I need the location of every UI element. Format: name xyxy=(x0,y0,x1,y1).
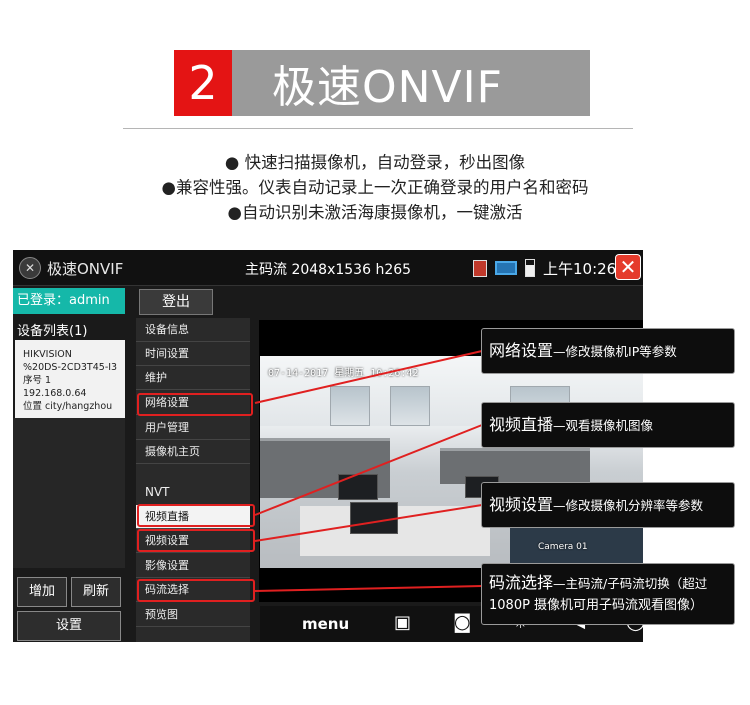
live-video[interactable]: 07-14-2017 星期五 10:26:42 Camera 01 xyxy=(260,356,643,568)
highlight-stream-select xyxy=(137,579,255,602)
device-model: %20DS-2CD3T45-I3 xyxy=(23,362,118,373)
video-cubicle xyxy=(440,448,590,484)
clock: 上午10:26 xyxy=(543,260,617,278)
device-list-empty-area xyxy=(13,418,125,568)
menu-item-device-info[interactable]: 设备信息 xyxy=(136,318,250,342)
device-list-item[interactable]: HIKVISION %20DS-2CD3T45-I3 序号 1 192.168.… xyxy=(15,340,125,418)
settings-button[interactable]: 设置 xyxy=(17,611,121,641)
callout-network-desc: —修改摄像机IP等参数 xyxy=(553,344,677,359)
section-banner: 2 极速ONVIF xyxy=(174,50,590,116)
callout-stream-title: 码流选择 xyxy=(489,573,554,592)
divider xyxy=(123,128,633,129)
callout-stream-desc: —主码流/子码流切换（超过 xyxy=(553,576,708,591)
device-list-title: 设备列表(1) xyxy=(17,324,88,339)
video-camera-label: Camera 01 xyxy=(538,542,588,552)
callout-stream-select: 码流选择—主码流/子码流切换（超过 1080P 摄像机可用子码流观看图像） xyxy=(481,563,735,625)
battery-icon xyxy=(525,259,535,277)
device-brand: HIKVISION xyxy=(23,349,72,360)
video-monitor xyxy=(338,474,378,500)
refresh-button[interactable]: 刷新 xyxy=(71,577,121,607)
image-icon[interactable]: ▣ xyxy=(394,612,411,633)
menu-item-maintenance[interactable]: 维护 xyxy=(136,366,250,390)
video-window xyxy=(390,386,430,426)
callout-network-settings: 网络设置—修改摄像机IP等参数 xyxy=(481,328,735,374)
highlight-video-settings xyxy=(137,529,255,552)
menu-item-preview[interactable]: 预览图 xyxy=(136,603,250,627)
callout-video-desc: —修改摄像机分辨率等参数 xyxy=(553,498,704,513)
feature-bullets: ● 快速扫描摄像机，自动登录，秒出图像 ●兼容性强。仪表自动记录上一次正确登录的… xyxy=(0,150,750,225)
video-monitor xyxy=(350,502,398,534)
menu-item-time-settings[interactable]: 时间设置 xyxy=(136,342,250,366)
menu-item-image-settings[interactable]: 影像设置 xyxy=(136,554,250,578)
callout-video-settings: 视频设置—修改摄像机分辨率等参数 xyxy=(481,482,735,528)
login-status: 已登录：admin xyxy=(13,288,125,314)
callout-video-title: 视频设置 xyxy=(489,495,554,514)
callout-live-video: 视频直播—观看摄像机图像 xyxy=(481,402,735,448)
highlight-live-video xyxy=(137,504,255,527)
device-ip: 192.168.0.64 xyxy=(23,388,87,399)
section-title: 极速ONVIF xyxy=(232,50,590,116)
logout-button[interactable]: 登出 xyxy=(139,289,213,315)
bullet-1: ● 快速扫描摄像机，自动登录，秒出图像 xyxy=(224,153,526,172)
close-icon[interactable]: ✕ xyxy=(615,254,641,280)
video-datetime: 07-14-2017 星期五 10:26:42 xyxy=(268,368,419,379)
bullet-3: ●自动识别未激活海康摄像机，一键激活 xyxy=(227,203,523,222)
menu-item-user-management[interactable]: 用户管理 xyxy=(136,416,250,440)
section-number: 2 xyxy=(174,50,232,116)
sd-card-icon xyxy=(473,259,487,277)
menu-section-nvt: NVT xyxy=(145,485,170,499)
camera-icon[interactable]: ◙ xyxy=(453,611,471,633)
callout-live-title: 视频直播 xyxy=(489,415,554,434)
device-location: 位置 city/hangzhou xyxy=(23,401,113,412)
highlight-network-settings xyxy=(137,393,253,416)
bullet-2: ●兼容性强。仪表自动记录上一次正确登录的用户名和密码 xyxy=(161,178,589,197)
app-title: 极速ONVIF xyxy=(47,260,124,278)
callout-stream-desc2: 1080P 摄像机可用子码流观看图像） xyxy=(489,598,704,613)
network-icon xyxy=(495,261,517,275)
tools-icon[interactable]: ✕ xyxy=(19,257,41,279)
menu-item-camera-home[interactable]: 摄像机主页 xyxy=(136,440,250,464)
video-window xyxy=(330,386,370,426)
menu-button[interactable]: menu xyxy=(302,615,349,633)
device-seq: 序号 1 xyxy=(23,375,52,386)
stream-info: 主码流 2048x1536 h265 xyxy=(245,262,412,278)
add-button[interactable]: 增加 xyxy=(17,577,67,607)
callout-network-title: 网络设置 xyxy=(489,341,554,360)
status-icons xyxy=(473,259,535,277)
top-bar: ✕ 极速ONVIF 主码流 2048x1536 h265 上午10:26 ✕ xyxy=(13,250,643,286)
callout-live-desc: —观看摄像机图像 xyxy=(553,418,654,433)
